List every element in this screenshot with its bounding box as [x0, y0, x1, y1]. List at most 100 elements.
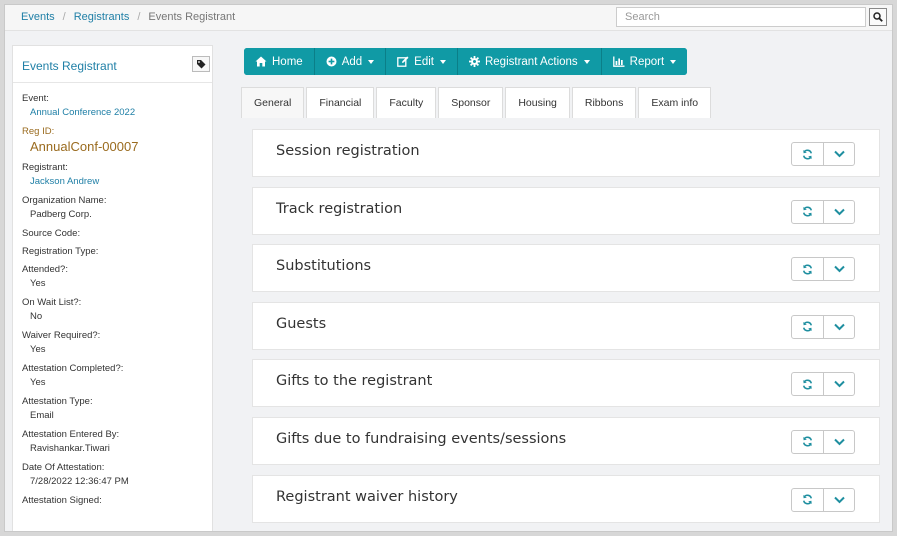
caret-down-icon	[368, 59, 375, 64]
expand-button[interactable]	[823, 200, 854, 223]
expand-button[interactable]	[823, 373, 854, 396]
toolbar-button-label: Home	[272, 55, 303, 68]
summary-field-label: On Wait List?:	[22, 297, 82, 308]
app-window: Events / Registrants / Events Registrant…	[4, 4, 893, 532]
refresh-button[interactable]	[792, 201, 823, 223]
refresh-button[interactable]	[792, 373, 823, 395]
search-icon	[873, 12, 883, 22]
plus-circle-icon	[326, 56, 337, 67]
summary-title: Events Registrant	[22, 59, 117, 73]
summary-field-label: Registration Type:	[22, 246, 99, 257]
summary-field-link[interactable]: Jackson Andrew	[22, 174, 212, 189]
refresh-button[interactable]	[792, 431, 823, 453]
summary-field-value: Yes	[30, 278, 46, 289]
tag-button[interactable]	[192, 56, 210, 72]
summary-field: Source Code:	[22, 228, 212, 240]
section-panel: Gifts due to fundraising events/sessions	[252, 416, 880, 465]
refresh-button[interactable]	[792, 143, 823, 165]
expand-button[interactable]	[823, 143, 854, 165]
refresh-button[interactable]	[792, 316, 823, 338]
top-bar: Events / Registrants / Events Registrant	[5, 5, 892, 31]
summary-field: Date Of Attestation: 7/28/2022 12:36:47 P…	[22, 462, 212, 489]
tab-financial[interactable]: Financial	[306, 87, 375, 118]
section-panel-title: Guests	[276, 315, 327, 332]
bar-chart-icon	[612, 56, 625, 67]
tab-housing[interactable]: Housing	[505, 87, 570, 118]
section-panel-title: Gifts to the registrant	[276, 373, 433, 390]
panel-controls	[791, 487, 855, 512]
panel-controls	[791, 372, 855, 397]
gear-icon	[468, 56, 480, 67]
summary-field-label: Attestation Type:	[22, 396, 93, 407]
refresh-icon	[802, 379, 813, 390]
action-toolbar: Home Add Edit Registrant Actions Report	[244, 48, 688, 75]
summary-field: Registration Type:	[22, 246, 212, 258]
expand-button[interactable]	[823, 258, 854, 281]
home-button[interactable]: Home	[244, 48, 315, 75]
tag-icon	[197, 60, 206, 69]
section-panel-title: Gifts due to fundraising events/sessions	[276, 430, 567, 447]
search-button[interactable]	[869, 8, 887, 26]
panel-controls	[791, 429, 855, 454]
summary-field: Registrant: Jackson Andrew	[22, 162, 212, 189]
summary-field-value: Yes	[30, 377, 46, 388]
breadcrumb-events[interactable]: Events	[21, 11, 55, 23]
chevron-down-icon	[833, 496, 845, 504]
tab-general[interactable]: General	[241, 87, 305, 118]
section-panel-title: Substitutions	[276, 258, 372, 275]
tab-exam-info[interactable]: Exam info	[638, 87, 712, 118]
summary-field-value: Email	[30, 410, 54, 421]
summary-field: On Wait List?: No	[22, 297, 212, 324]
search-input[interactable]	[616, 7, 866, 27]
summary-header: Events Registrant	[13, 46, 212, 83]
summary-field-value: Padberg Corp.	[30, 209, 92, 220]
tab-bar: General Financial Faculty Sponsor Housing Rib…	[241, 87, 713, 118]
registrant-actions-button[interactable]: Registrant Actions	[457, 48, 602, 75]
refresh-button[interactable]	[792, 489, 823, 511]
summary-field-value: 7/28/2022 12:36:47 PM	[30, 476, 129, 487]
toolbar-button-label: Add	[341, 55, 363, 68]
tab-sponsor[interactable]: Sponsor	[438, 87, 504, 118]
tab-ribbons[interactable]: Ribbons	[571, 87, 637, 118]
summary-field-value: AnnualConf-00007	[30, 139, 139, 154]
toolbar-button-label: Edit	[414, 55, 434, 68]
summary-field-label: Organization Name:	[22, 195, 107, 206]
section-panel: Track registration	[252, 186, 880, 235]
breadcrumb: Events / Registrants / Events Registrant	[21, 11, 235, 23]
section-panel: Gifts to the registrant	[252, 359, 880, 408]
summary-fields: Event: Annual Conference 2022 Reg ID: Annua…	[13, 83, 212, 507]
refresh-icon	[802, 494, 813, 505]
caret-down-icon	[439, 59, 446, 64]
caret-down-icon	[670, 59, 677, 64]
summary-field: Organization Name: Padberg Corp.	[22, 195, 212, 222]
refresh-icon	[802, 206, 813, 217]
breadcrumb-separator: /	[137, 11, 141, 23]
refresh-icon	[802, 264, 813, 275]
summary-field: Waiver Required?: Yes	[22, 330, 212, 357]
summary-field-label: Reg ID:	[22, 126, 55, 137]
panel-controls	[791, 142, 855, 166]
add-button[interactable]: Add	[314, 48, 387, 75]
chevron-down-icon	[833, 208, 845, 216]
summary-field-link[interactable]: Annual Conference 2022	[22, 105, 212, 120]
expand-button[interactable]	[823, 315, 854, 338]
refresh-button[interactable]	[792, 258, 823, 280]
expand-button[interactable]	[823, 488, 854, 511]
tab-faculty[interactable]: Faculty	[376, 87, 437, 118]
section-panels: Session registration Track registration Su…	[252, 129, 880, 531]
edit-icon	[397, 56, 409, 67]
summary-field-label: Registrant:	[22, 162, 68, 173]
breadcrumb-registrants[interactable]: Registrants	[74, 11, 130, 23]
summary-field-label: Attestation Entered By:	[22, 429, 120, 440]
section-panel: Registrant waiver history	[252, 474, 880, 523]
expand-button[interactable]	[823, 430, 854, 453]
summary-field-label: Source Code:	[22, 228, 81, 239]
report-button[interactable]: Report	[601, 48, 688, 75]
chevron-down-icon	[833, 380, 845, 388]
caret-down-icon	[583, 59, 590, 64]
summary-field-label: Attended?:	[22, 264, 68, 275]
edit-button[interactable]: Edit	[386, 48, 458, 75]
summary-field: Attestation Type: Email	[22, 396, 212, 423]
chevron-down-icon	[833, 150, 845, 158]
chevron-down-icon	[833, 438, 845, 446]
